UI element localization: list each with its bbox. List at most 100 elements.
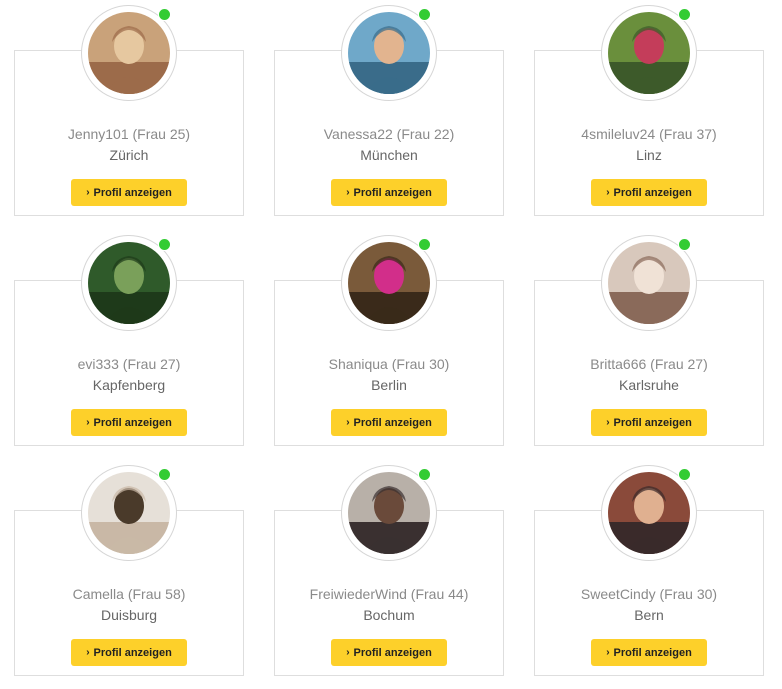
gender-age: (Frau 30) [659,586,718,602]
profile-city: Bochum [363,607,415,623]
chevron-right-icon: › [346,187,350,198]
profile-name: Camella (Frau 58) [15,586,243,602]
chevron-right-icon: › [86,647,90,658]
view-profile-button[interactable]: › Profil anzeigen [331,639,447,666]
profile-city: Linz [636,147,662,163]
gender-age: (Frau 27) [650,356,708,372]
online-status-icon [158,468,171,481]
online-status-icon [418,468,431,481]
gender-age: (Frau 44) [410,586,469,602]
profile-card: 4smileluv24 (Frau 37) Linz › Profil anze… [534,5,764,216]
profile-city: Karlsruhe [619,377,679,393]
view-profile-label: Profil anzeigen [613,646,692,659]
gender-age: (Frau 58) [127,586,186,602]
avatar-frame [341,5,437,101]
avatar[interactable] [608,472,690,554]
profile-name: evi333 (Frau 27) [15,356,243,372]
avatar[interactable] [348,472,430,554]
profile-name: 4smileluv24 (Frau 37) [535,126,763,142]
view-profile-label: Profil anzeigen [353,646,432,659]
view-profile-label: Profil anzeigen [613,416,692,429]
avatar-frame [341,235,437,331]
view-profile-button[interactable]: › Profil anzeigen [591,409,707,436]
chevron-right-icon: › [606,417,610,428]
profile-grid: Jenny101 (Frau 25) Zürich › Profil anzei… [0,0,782,689]
profile-city: Berlin [371,377,407,393]
profile-card: Jenny101 (Frau 25) Zürich › Profil anzei… [14,5,244,216]
chevron-right-icon: › [86,187,90,198]
chevron-right-icon: › [86,417,90,428]
avatar[interactable] [88,12,170,94]
username[interactable]: Shaniqua [329,356,388,372]
profile-name: Shaniqua (Frau 30) [275,356,503,372]
view-profile-label: Profil anzeigen [353,416,432,429]
profile-name: Britta666 (Frau 27) [535,356,763,372]
view-profile-label: Profil anzeigen [93,186,172,199]
gender-age: (Frau 30) [391,356,450,372]
avatar[interactable] [348,12,430,94]
profile-card: Camella (Frau 58) Duisburg › Profil anze… [14,465,244,676]
avatar-frame [601,5,697,101]
profile-city: Zürich [109,147,149,163]
online-status-icon [418,238,431,251]
username[interactable]: SweetCindy [581,586,656,602]
view-profile-label: Profil anzeigen [93,416,172,429]
username[interactable]: Britta666 [590,356,646,372]
profile-card: Vanessa22 (Frau 22) München › Profil anz… [274,5,504,216]
chevron-right-icon: › [606,647,610,658]
view-profile-button[interactable]: › Profil anzeigen [591,639,707,666]
avatar-frame [81,5,177,101]
profile-name: SweetCindy (Frau 30) [535,586,763,602]
gender-age: (Frau 22) [396,126,455,142]
view-profile-button[interactable]: › Profil anzeigen [71,179,187,206]
avatar-frame [601,235,697,331]
username[interactable]: Jenny101 [68,126,129,142]
avatar[interactable] [608,242,690,324]
username[interactable]: Vanessa22 [324,126,393,142]
online-status-icon [158,8,171,21]
profile-card: Britta666 (Frau 27) Karlsruhe › Profil a… [534,235,764,446]
username[interactable]: FreiwiederWind [310,586,407,602]
profile-city: Duisburg [100,607,158,623]
username[interactable]: evi333 [78,356,119,372]
view-profile-label: Profil anzeigen [353,186,432,199]
avatar[interactable] [88,242,170,324]
profile-city: Bern [634,607,664,623]
profile-card: FreiwiederWind (Frau 44) Bochum › Profil… [274,465,504,676]
view-profile-button[interactable]: › Profil anzeigen [331,179,447,206]
username[interactable]: 4smileluv24 [581,126,655,142]
profile-city: Kapfenberg [92,377,166,393]
view-profile-label: Profil anzeigen [613,186,692,199]
profile-name: Jenny101 (Frau 25) [15,126,243,142]
view-profile-button[interactable]: › Profil anzeigen [331,409,447,436]
profile-name: Vanessa22 (Frau 22) [275,126,503,142]
profile-city: München [360,147,418,163]
online-status-icon [678,468,691,481]
avatar-frame [601,465,697,561]
avatar[interactable] [348,242,430,324]
gender-age: (Frau 27) [122,356,181,372]
profile-card: SweetCindy (Frau 30) Bern › Profil anzei… [534,465,764,676]
gender-age: (Frau 25) [132,126,191,142]
view-profile-button[interactable]: › Profil anzeigen [71,639,187,666]
online-status-icon [158,238,171,251]
online-status-icon [678,8,691,21]
avatar-frame [81,465,177,561]
chevron-right-icon: › [606,187,610,198]
profile-card: Shaniqua (Frau 30) Berlin › Profil anzei… [274,235,504,446]
avatar[interactable] [608,12,690,94]
online-status-icon [678,238,691,251]
view-profile-button[interactable]: › Profil anzeigen [71,409,187,436]
chevron-right-icon: › [346,647,350,658]
online-status-icon [418,8,431,21]
view-profile-button[interactable]: › Profil anzeigen [591,179,707,206]
gender-age: (Frau 37) [659,126,717,142]
avatar-frame [341,465,437,561]
avatar[interactable] [88,472,170,554]
avatar-frame [81,235,177,331]
profile-name: FreiwiederWind (Frau 44) [275,586,503,602]
profile-card: evi333 (Frau 27) Kapfenberg › Profil anz… [14,235,244,446]
chevron-right-icon: › [346,417,350,428]
username[interactable]: Camella [73,586,124,602]
view-profile-label: Profil anzeigen [93,646,172,659]
